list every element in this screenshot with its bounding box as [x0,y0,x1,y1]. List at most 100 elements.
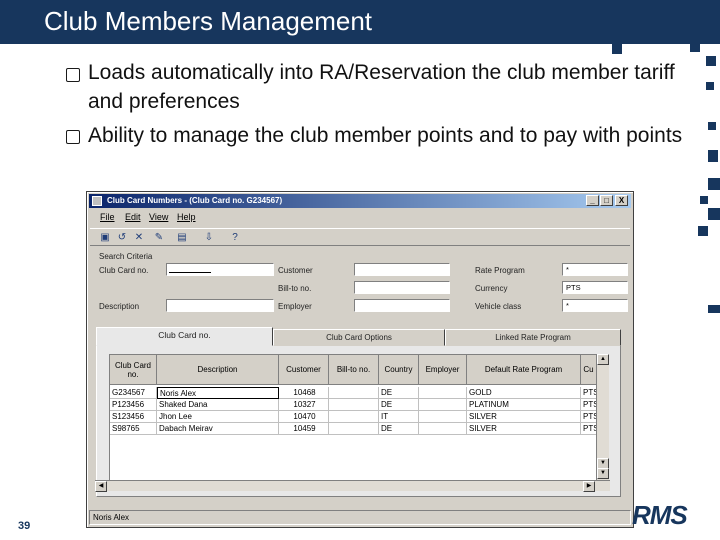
table-cell[interactable] [329,411,379,423]
table-cell[interactable]: PTS [581,423,597,435]
app-icon [92,196,102,206]
tab-linked-rate-program[interactable]: Linked Rate Program [445,329,621,346]
vehicle-class-label: Vehicle class [475,302,522,311]
table-cell[interactable]: P123456 [110,399,157,411]
table-cell[interactable] [419,387,467,399]
brand-logo: RMS [632,500,688,530]
scroll-left-icon[interactable]: ◀ [95,481,107,492]
tab-club-card-options[interactable]: Club Card Options [273,329,445,346]
menu-help[interactable]: Help [177,212,196,222]
employer-label: Employer [278,302,312,311]
save-icon[interactable]: ▣ [98,231,112,244]
deco-square [708,208,720,220]
description-label: Description [99,302,140,311]
col-header-bill-to-no[interactable]: Bill-to no. [329,355,379,385]
table-cell[interactable]: 10470 [279,411,329,423]
customer-input[interactable] [354,263,450,276]
bullet-checkbox-icon [66,130,80,144]
col-header-country[interactable]: Country [379,355,419,385]
table-cell[interactable] [419,411,467,423]
table-cell[interactable]: Shaked Dana [157,399,279,411]
table-cell[interactable] [329,423,379,435]
table-cell[interactable]: DE [379,423,419,435]
tools-icon[interactable]: ✎ [152,231,166,244]
table-cell[interactable] [329,387,379,399]
window-title: Club Card Numbers - (Club Card no. G2345… [107,196,283,205]
menu-file[interactable]: File [100,212,115,222]
scroll-right-icon[interactable]: ▶ [583,481,595,492]
customer-label: Customer [278,266,313,275]
table-cell-selected[interactable]: Noris Alex [157,387,279,399]
table-cell[interactable]: 10459 [279,423,329,435]
search-criteria-label: Search Criteria [99,252,153,261]
currency-label: Currency [475,284,508,293]
menu-view[interactable]: View [149,212,168,222]
col-header-employer[interactable]: Employer [419,355,467,385]
undo-icon[interactable]: ↺ [115,231,129,244]
table-cell[interactable]: DE [379,399,419,411]
window-titlebar[interactable]: Club Card Numbers - (Club Card no. G2345… [89,194,631,208]
club-card-window: Club Card Numbers - (Club Card no. G2345… [86,191,634,528]
bullet-text-2: Ability to manage the club member points… [88,124,683,147]
deco-square [700,196,708,204]
col-header-club-card-no[interactable]: Club Card no. [110,355,157,385]
table-cell[interactable]: SILVER [467,411,581,423]
col-header-default-rate-program[interactable]: Default Rate Program [467,355,581,385]
status-bar: Noris Alex [89,510,631,525]
slide-header: Club Members Management [0,0,720,44]
club-card-no-input[interactable] [166,263,274,276]
vertical-scrollbar[interactable]: ▲ ▼ ▼ [596,354,609,491]
table-cell[interactable]: S98765 [110,423,157,435]
table-cell[interactable]: SILVER [467,423,581,435]
tab-club-card-no[interactable]: Club Card no. [96,327,273,346]
table-cell[interactable]: G234567 [110,387,157,399]
maximize-button[interactable]: □ [600,195,613,206]
help-icon[interactable]: ? [228,231,242,244]
description-input[interactable] [166,299,274,312]
table-cell[interactable]: PTS [581,411,597,423]
table-cell[interactable]: 10327 [279,399,329,411]
employer-input[interactable] [354,299,450,312]
table-cell[interactable]: S123456 [110,411,157,423]
table-cell[interactable]: PTS [581,387,597,399]
col-header-currency[interactable]: Cu [581,355,597,385]
table-cell[interactable] [419,399,467,411]
table-cell[interactable]: Dabach Meirav [157,423,279,435]
deco-square [708,305,720,313]
table-cell[interactable]: DE [379,387,419,399]
vehicle-class-input[interactable]: * [562,299,628,312]
club-card-grid: Club Card no. Description Customer Bill-… [109,354,609,491]
table-cell[interactable] [329,399,379,411]
currency-input[interactable]: PTS [562,281,628,294]
export-icon[interactable]: ⇩ [202,231,216,244]
input-underline [169,272,211,273]
club-card-no-label: Club Card no. [99,266,149,275]
minimize-button[interactable]: _ [586,195,599,206]
col-header-description[interactable]: Description [157,355,279,385]
table-cell[interactable]: 10468 [279,387,329,399]
table-cell[interactable]: PLATINUM [467,399,581,411]
deco-square [612,44,622,54]
scroll-down-icon[interactable]: ▼ [597,468,609,479]
table-cell[interactable]: GOLD [467,387,581,399]
scroll-up-icon[interactable]: ▲ [597,354,609,365]
menu-edit[interactable]: Edit [125,212,141,222]
col-header-customer[interactable]: Customer [279,355,329,385]
bill-to-no-label: Bill-to no. [278,284,312,293]
deco-square [708,122,716,130]
bill-to-no-input[interactable] [354,281,450,294]
bullet-checkbox-icon [66,68,80,82]
notes-icon[interactable]: ▤ [175,231,189,244]
table-cell[interactable]: IT [379,411,419,423]
table-cell[interactable]: Jhon Lee [157,411,279,423]
table-cell[interactable] [419,423,467,435]
rate-program-input[interactable]: * [562,263,628,276]
toolbar: ▣ ↺ ✕ ✎ ▤ ⇩ ? [90,228,630,246]
close-button[interactable]: X [615,195,628,206]
page-number: 39 [18,520,31,532]
delete-icon[interactable]: ✕ [132,231,146,244]
table-cell[interactable]: PTS [581,399,597,411]
deco-square [690,42,700,52]
deco-square [708,150,718,162]
horizontal-scrollbar[interactable]: ◀ ▶ [95,480,610,492]
